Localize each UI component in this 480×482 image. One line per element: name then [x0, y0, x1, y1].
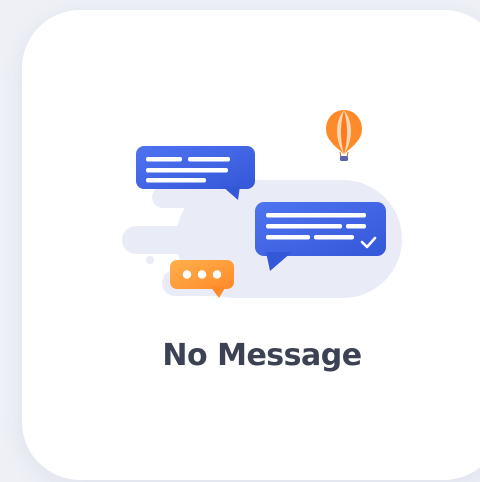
chat-bubbles-illustration — [122, 110, 402, 298]
hot-air-balloon-icon — [326, 110, 362, 161]
empty-state-title: No Message — [162, 338, 362, 373]
